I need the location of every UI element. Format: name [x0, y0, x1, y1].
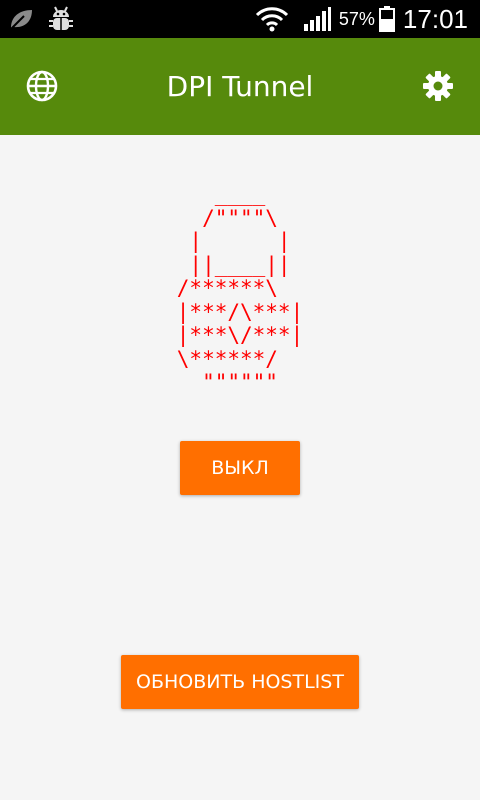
- leaf-icon: [10, 10, 32, 30]
- settings-button[interactable]: [420, 68, 456, 104]
- clock: 17:01: [402, 3, 468, 34]
- update-hostlist-button[interactable]: ОБНОВИТЬ HOSTLIST: [121, 655, 359, 709]
- battery-icon: [378, 6, 395, 32]
- toggle-tunnel-button[interactable]: ВЫКЛ: [180, 441, 300, 495]
- system-status: 57% 17:01: [255, 0, 468, 38]
- notification-icons: [8, 5, 74, 33]
- battery-percent: 57%: [338, 8, 375, 29]
- signal-icon: [303, 7, 331, 31]
- lock-ascii-art: ____ /""""\ | | ||____|| /******\ |***/\…: [0, 182, 480, 395]
- android-debug-icon: [49, 6, 73, 30]
- wifi-icon: [255, 7, 288, 32]
- lock-art-text: ____ /""""\ | | ||____|| /******\ |***/\…: [176, 182, 304, 394]
- status-bar: 57% 17:01: [0, 0, 480, 38]
- app-title: DPI Tunnel: [166, 70, 314, 103]
- gear-icon: [423, 71, 453, 101]
- app-bar: DPI Tunnel: [0, 38, 480, 135]
